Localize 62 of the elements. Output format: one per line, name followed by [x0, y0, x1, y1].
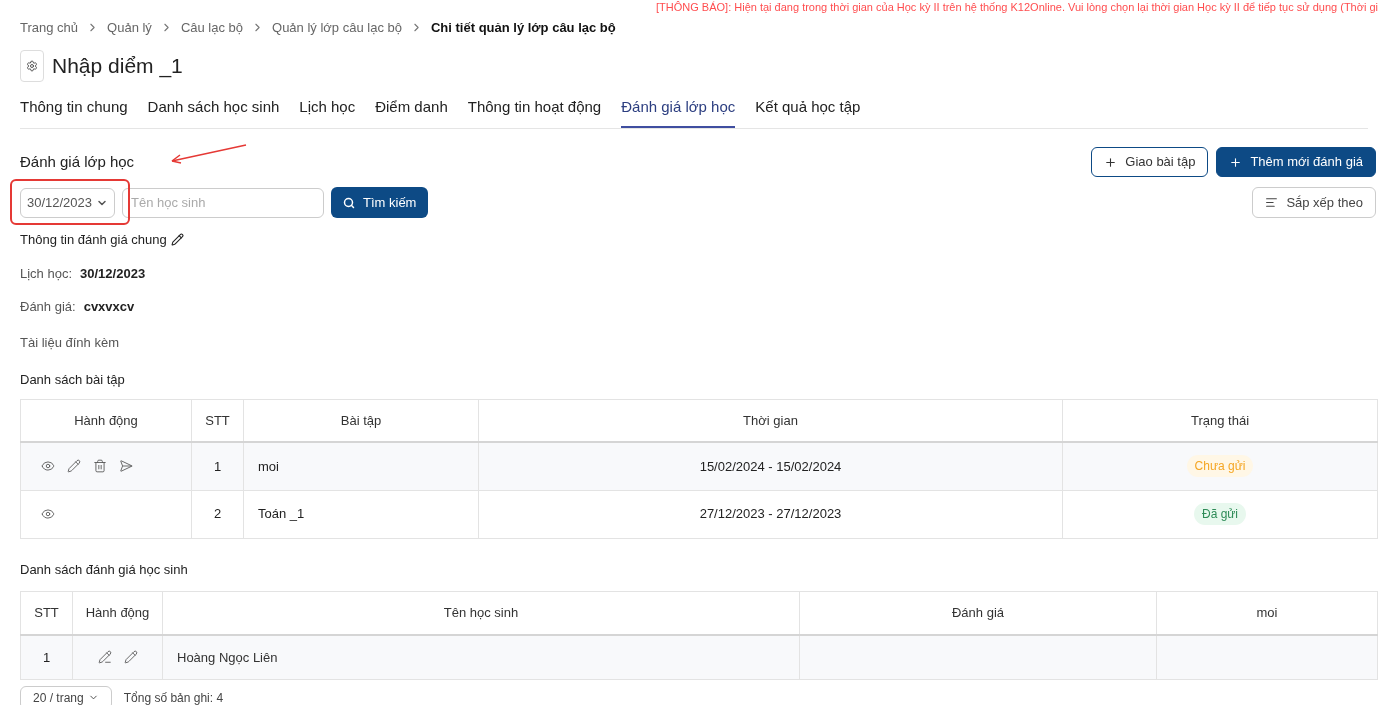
table-cell: Hoàng Ngọc Liên — [162, 635, 800, 679]
edit-icon[interactable] — [170, 233, 184, 247]
column-header: Hành động — [72, 591, 163, 635]
page-title: Nhập diểm _1 — [52, 52, 183, 80]
settings-button[interactable] — [20, 49, 44, 82]
student-name-field[interactable]: Tên học sinh — [122, 187, 324, 218]
column-header: Đánh giá — [799, 591, 1157, 635]
plus-icon — [1229, 155, 1243, 169]
column-header: STT — [20, 591, 73, 635]
attachments-label: Tài liệu đính kèm — [20, 334, 119, 350]
breadcrumb-link[interactable]: Quản lý — [107, 18, 152, 38]
table-title: Danh sách đánh giá học sinh — [20, 561, 188, 577]
table-cell: 15/02/2024 - 15/02/2024 — [478, 442, 1063, 490]
tab[interactable]: Thông tin hoạt động — [467, 95, 602, 128]
page-size-select[interactable]: 20 / trang — [20, 685, 112, 705]
sort-button[interactable]: Sắp xếp theo — [1252, 187, 1376, 218]
table-cell: 1 — [191, 442, 244, 490]
breadcrumb-link[interactable]: Câu lạc bộ — [180, 18, 244, 38]
info-title: Thông tin đánh giá chung — [20, 231, 167, 249]
column-header: Thời gian — [478, 399, 1063, 442]
send-icon[interactable] — [119, 459, 133, 474]
tab[interactable]: Đánh giá lớp học — [621, 95, 736, 128]
table-title: Danh sách bài tập — [20, 371, 125, 387]
total-records: Tổng số bản ghi: 4 — [123, 689, 224, 705]
section-title: Đánh giá lớp học — [20, 151, 135, 172]
breadcrumb-link[interactable]: Chi tiết quản lý lớp câu lạc bộ — [430, 18, 616, 38]
table-cell: 27/12/2023 - 27/12/2023 — [478, 490, 1063, 538]
search-button[interactable]: Tìm kiếm — [331, 187, 429, 218]
table-cell: 1 — [20, 635, 73, 679]
info-label: Lịch học: — [20, 264, 73, 283]
view-icon[interactable] — [41, 507, 55, 521]
settings-icon — [26, 59, 38, 72]
breadcrumb-link[interactable]: Trang chủ — [20, 18, 79, 38]
search-icon — [343, 196, 355, 209]
info-value: cvxvxcv — [83, 298, 135, 316]
column-header: Tên học sinh — [162, 591, 800, 635]
view-icon[interactable] — [41, 459, 55, 474]
info-label: Đánh giá: — [20, 298, 76, 316]
tab[interactable]: Thông tin chung — [20, 95, 128, 128]
breadcrumb-link[interactable]: Quản lý lớp câu lạc bộ — [272, 18, 402, 38]
tab[interactable]: Lịch học — [299, 95, 356, 128]
action-button[interactable]: Giao bài tập — [1091, 147, 1209, 177]
status-badge: Đã gửi — [1193, 503, 1246, 525]
delete-icon[interactable] — [93, 459, 107, 474]
action-button[interactable]: Thêm mới đánh giá — [1216, 147, 1376, 177]
tab[interactable]: Điểm danh — [375, 95, 448, 128]
tab[interactable]: Danh sách học sinh — [147, 95, 280, 128]
column-header: moi — [1156, 591, 1378, 635]
tab[interactable]: Kết quả học tập — [755, 95, 861, 128]
plus-icon — [1104, 155, 1118, 169]
date-select[interactable]: 30/12/2023 — [20, 187, 115, 218]
column-header: Trạng thái — [1062, 399, 1378, 442]
column-header: Bài tập — [243, 399, 479, 442]
sort-icon — [1265, 196, 1279, 209]
info-value: 30/12/2023 — [80, 264, 146, 283]
table-cell: moi — [243, 442, 479, 490]
status-badge: Chưa gửi — [1186, 455, 1254, 478]
table-cell: Toán _1 — [243, 490, 479, 538]
column-header: STT — [191, 399, 244, 442]
column-header: Hành động — [20, 399, 192, 442]
notice-text: [THÔNG BÁO]: Hiện tại đang trong thời gian của Học kỳ II trên hệ thống K12Online. Vui lòng chọn lại thời gian Học kỳ II để tiếp tục sử dụng (Thời gi — [656, 0, 1378, 14]
table-cell: 2 — [191, 490, 244, 538]
